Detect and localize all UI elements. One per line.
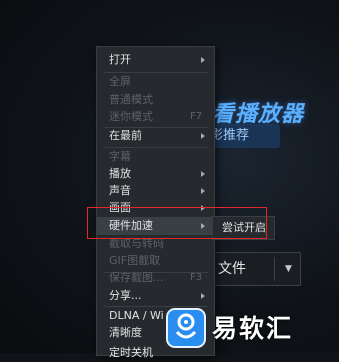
menu-item-shortcut: F3 [190, 272, 203, 283]
logo-glyph-icon [175, 313, 197, 339]
chevron-down-icon[interactable]: ▼ [285, 253, 292, 285]
menu-item-label: 全屏 [109, 75, 131, 88]
submenu-arrow-icon [201, 293, 205, 299]
menu-item-fullscreen: 全屏 [97, 73, 214, 91]
menu-item-label: 字幕 [109, 150, 131, 163]
open-file-divider [274, 257, 275, 281]
submenu-arrow-icon [201, 188, 205, 194]
menu-item-label: 保存截图... [109, 271, 164, 284]
menu-item-label: 清晰度 [109, 326, 142, 339]
menu-item-mini-mode: 迷你模式 F7 [97, 108, 214, 126]
menu-item-label: 分享... [109, 289, 142, 302]
menu-item-shortcut: F7 [190, 111, 203, 122]
menu-item-audio[interactable]: 声音 [97, 182, 214, 200]
menu-item-label: 打开 [109, 53, 131, 66]
menu-item-label: 定时关机 [109, 346, 153, 359]
annotation-highlight-box [87, 207, 267, 239]
menu-item-label: 在最前 [109, 129, 142, 142]
watermark-logo-icon [166, 308, 206, 348]
menu-item-label: DLNA / Wi [109, 309, 164, 322]
menu-item-save-screenshot: 保存截图... F3 [97, 269, 214, 287]
submenu-arrow-icon [201, 57, 205, 63]
submenu-arrow-icon [201, 133, 205, 139]
open-file-label: 文件 [218, 261, 246, 277]
menu-item-normal-mode: 普通模式 [97, 91, 214, 109]
watermark-text: 易软汇 [212, 314, 294, 343]
watermark: 易软汇 [162, 302, 339, 353]
menu-item-playback[interactable]: 播放 [97, 165, 214, 183]
menu-item-open[interactable]: 打开 [97, 51, 214, 69]
menu-item-always-on-top[interactable]: 在最前 [97, 127, 214, 145]
menu-item-gif-capture: GIF图截取 [97, 252, 214, 270]
menu-item-label: GIF图截取 [109, 254, 161, 267]
menu-item-label: 播放 [109, 167, 131, 180]
submenu-arrow-icon [201, 171, 205, 177]
menu-item-label: 迷你模式 [109, 110, 153, 123]
open-file-button[interactable]: 文件 ▼ [205, 252, 301, 286]
menu-item-subtitles: 字幕 [97, 148, 214, 166]
menu-item-label: 普通模式 [109, 93, 153, 106]
menu-item-label: 声音 [109, 184, 131, 197]
